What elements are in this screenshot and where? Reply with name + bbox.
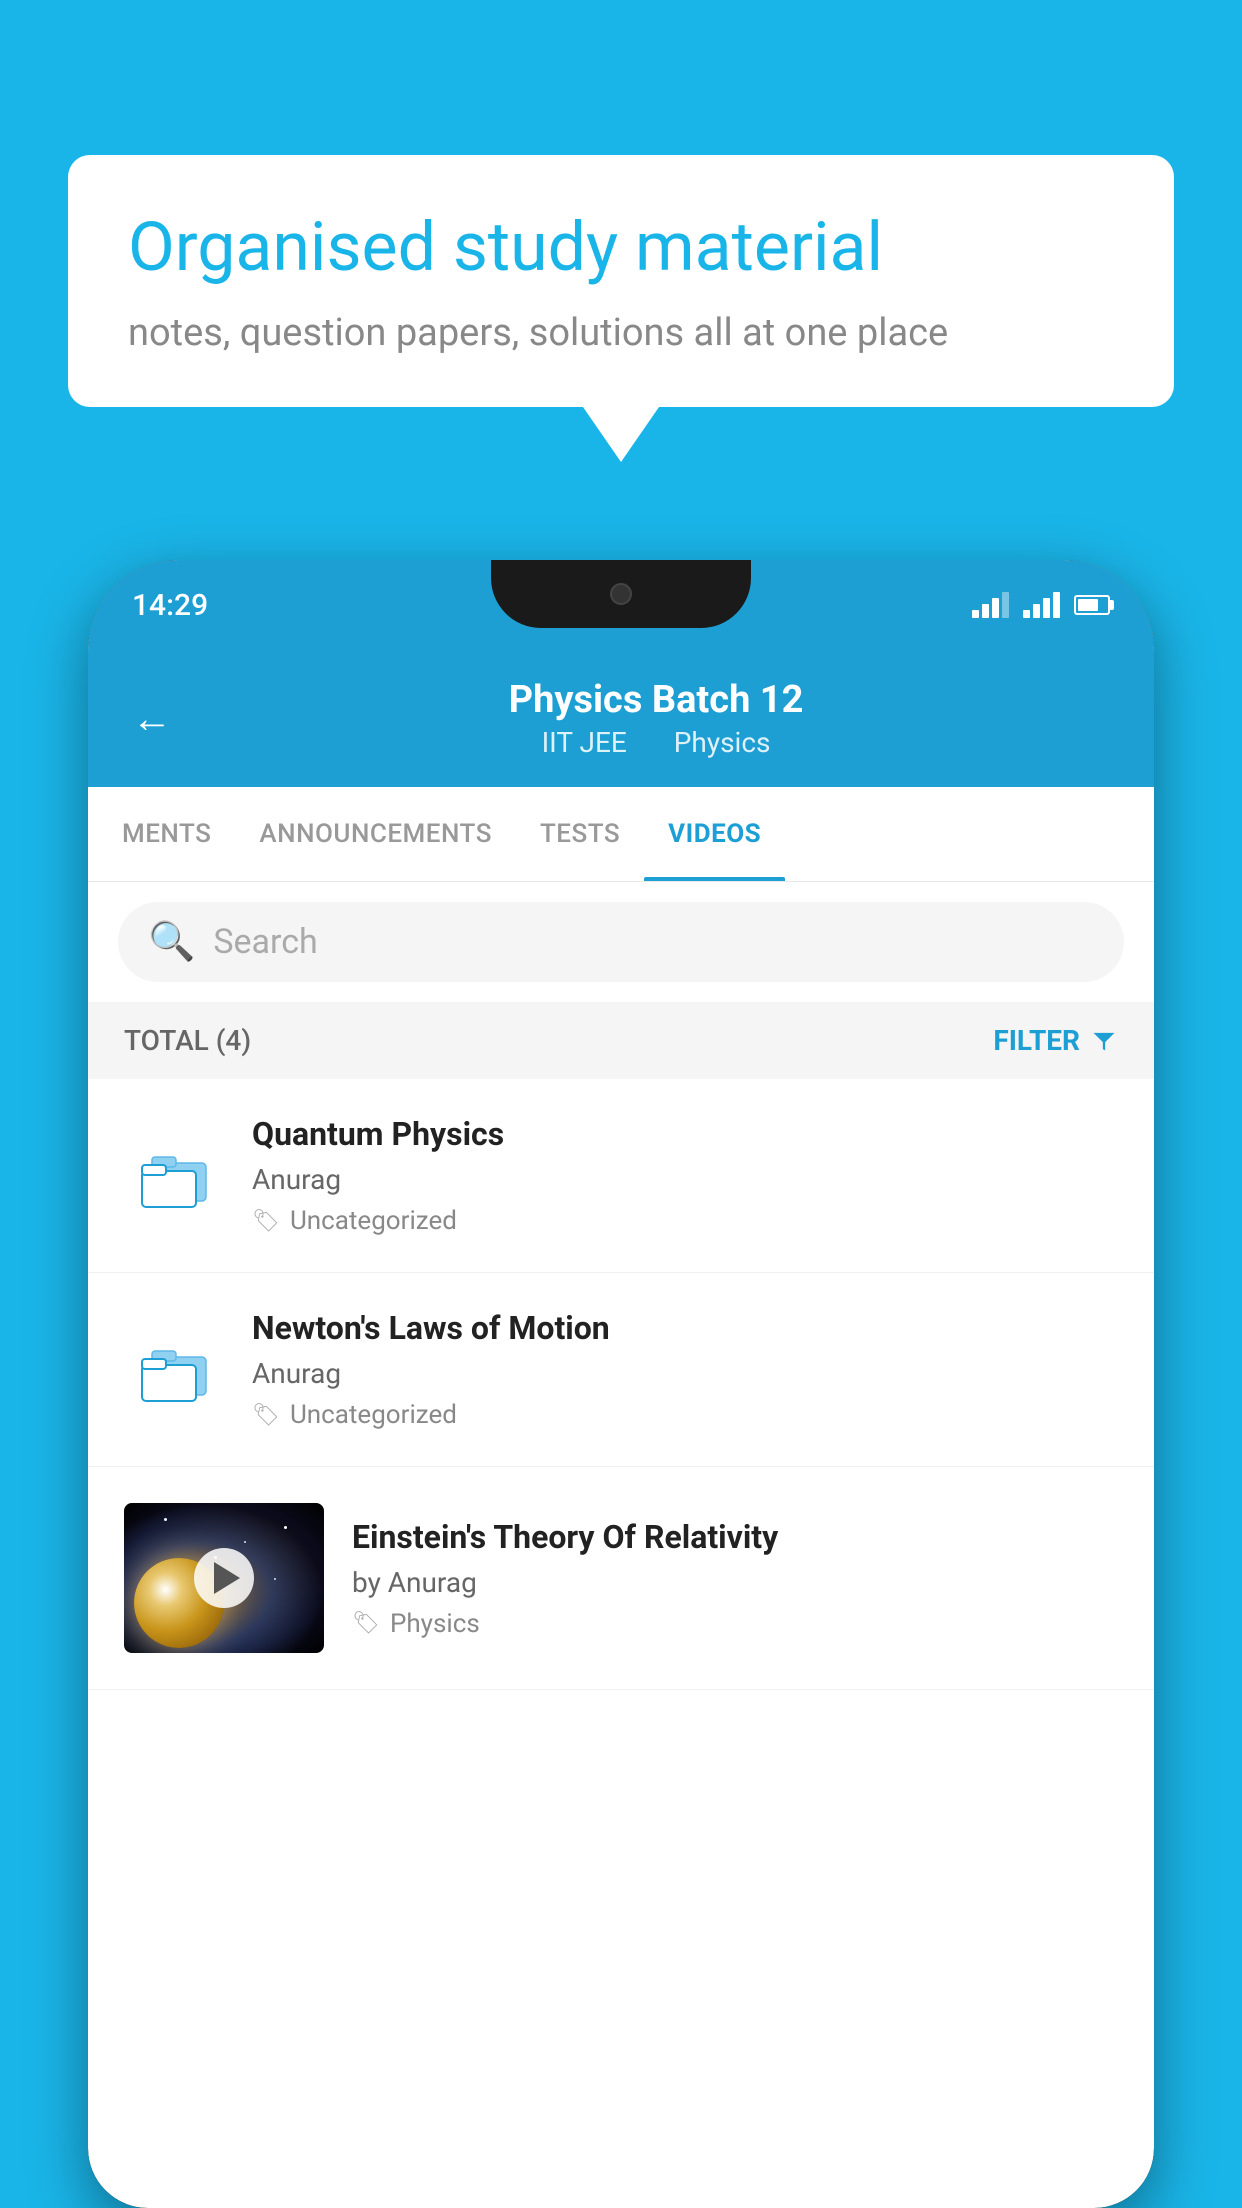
tag-icon: 🏷 xyxy=(352,1611,380,1636)
speech-bubble: Organised study material notes, question… xyxy=(68,155,1174,407)
video-info: Quantum Physics Anurag 🏷 Uncategorized xyxy=(252,1115,1118,1236)
signal-icon xyxy=(972,592,1009,618)
phone-screen: 14:29 xyxy=(88,560,1154,2208)
tag-label: Uncategorized xyxy=(290,1400,457,1430)
tag-icon: 🏷 xyxy=(252,1209,280,1234)
tag-label: Physics xyxy=(390,1609,480,1639)
tag-label: Uncategorized xyxy=(290,1206,457,1236)
video-info: Einstein's Theory Of Relativity by Anura… xyxy=(352,1518,1118,1639)
search-icon: 🔍 xyxy=(148,920,195,964)
tag-icon: 🏷 xyxy=(252,1403,280,1428)
status-time: 14:29 xyxy=(132,588,208,623)
video-tag: 🏷 Physics xyxy=(352,1609,1118,1639)
filter-label: FILTER xyxy=(993,1024,1080,1057)
tab-ments[interactable]: MENTS xyxy=(98,787,235,881)
video-title: Einstein's Theory Of Relativity xyxy=(352,1518,1118,1556)
header-subtitle: IIT JEE Physics xyxy=(202,726,1110,759)
tabs-bar: MENTS ANNOUNCEMENTS TESTS VIDEOS xyxy=(88,787,1154,882)
video-author: Anurag xyxy=(252,1357,1118,1390)
video-thumbnail xyxy=(124,1503,324,1653)
video-list: Quantum Physics Anurag 🏷 Uncategorized xyxy=(88,1079,1154,1690)
video-title: Newton's Laws of Motion xyxy=(252,1309,1118,1347)
header-title-group: Physics Batch 12 IIT JEE Physics xyxy=(202,678,1110,759)
video-title: Quantum Physics xyxy=(252,1115,1118,1153)
filter-button[interactable]: FILTER xyxy=(993,1024,1118,1057)
header-subtitle-iitjee: IIT JEE xyxy=(542,726,627,759)
folder-icon xyxy=(134,1141,214,1211)
tab-tests[interactable]: TESTS xyxy=(516,787,644,881)
search-input[interactable]: Search xyxy=(213,922,317,962)
speech-bubble-container: Organised study material notes, question… xyxy=(68,155,1174,462)
status-bar: 14:29 xyxy=(88,560,1154,650)
folder-icon-wrap xyxy=(124,1320,224,1420)
video-author: by Anurag xyxy=(352,1566,1118,1599)
play-button[interactable] xyxy=(194,1548,254,1608)
filter-icon xyxy=(1090,1027,1118,1055)
video-info: Newton's Laws of Motion Anurag 🏷 Uncateg… xyxy=(252,1309,1118,1430)
header-main-title: Physics Batch 12 xyxy=(202,678,1110,722)
video-tag: 🏷 Uncategorized xyxy=(252,1206,1118,1236)
total-count: TOTAL (4) xyxy=(124,1024,251,1057)
speech-bubble-subtitle: notes, question papers, solutions all at… xyxy=(128,311,1114,355)
tab-announcements[interactable]: ANNOUNCEMENTS xyxy=(235,787,516,881)
app-header: ← Physics Batch 12 IIT JEE Physics xyxy=(88,650,1154,787)
play-triangle-icon xyxy=(214,1562,240,1594)
battery-icon xyxy=(1074,595,1110,615)
header-subtitle-physics: Physics xyxy=(674,726,771,759)
play-overlay[interactable] xyxy=(124,1503,324,1653)
search-bar-container: 🔍 Search xyxy=(88,882,1154,1002)
speech-bubble-arrow xyxy=(583,407,659,462)
tab-videos[interactable]: VIDEOS xyxy=(644,787,785,881)
filter-bar: TOTAL (4) FILTER xyxy=(88,1002,1154,1079)
phone-frame: 14:29 xyxy=(88,560,1154,2208)
folder-icon-wrap xyxy=(124,1126,224,1226)
folder-icon xyxy=(134,1335,214,1405)
phone-notch xyxy=(491,560,751,628)
list-item[interactable]: Einstein's Theory Of Relativity by Anura… xyxy=(88,1467,1154,1690)
list-item[interactable]: Newton's Laws of Motion Anurag 🏷 Uncateg… xyxy=(88,1273,1154,1467)
video-author: Anurag xyxy=(252,1163,1118,1196)
speech-bubble-title: Organised study material xyxy=(128,207,1114,289)
front-camera xyxy=(610,583,632,605)
cellular-icon xyxy=(1023,592,1060,618)
battery-fill xyxy=(1078,599,1098,611)
status-icons xyxy=(972,592,1110,618)
list-item[interactable]: Quantum Physics Anurag 🏷 Uncategorized xyxy=(88,1079,1154,1273)
back-button[interactable]: ← xyxy=(132,695,172,742)
search-bar[interactable]: 🔍 Search xyxy=(118,902,1124,982)
video-tag: 🏷 Uncategorized xyxy=(252,1400,1118,1430)
